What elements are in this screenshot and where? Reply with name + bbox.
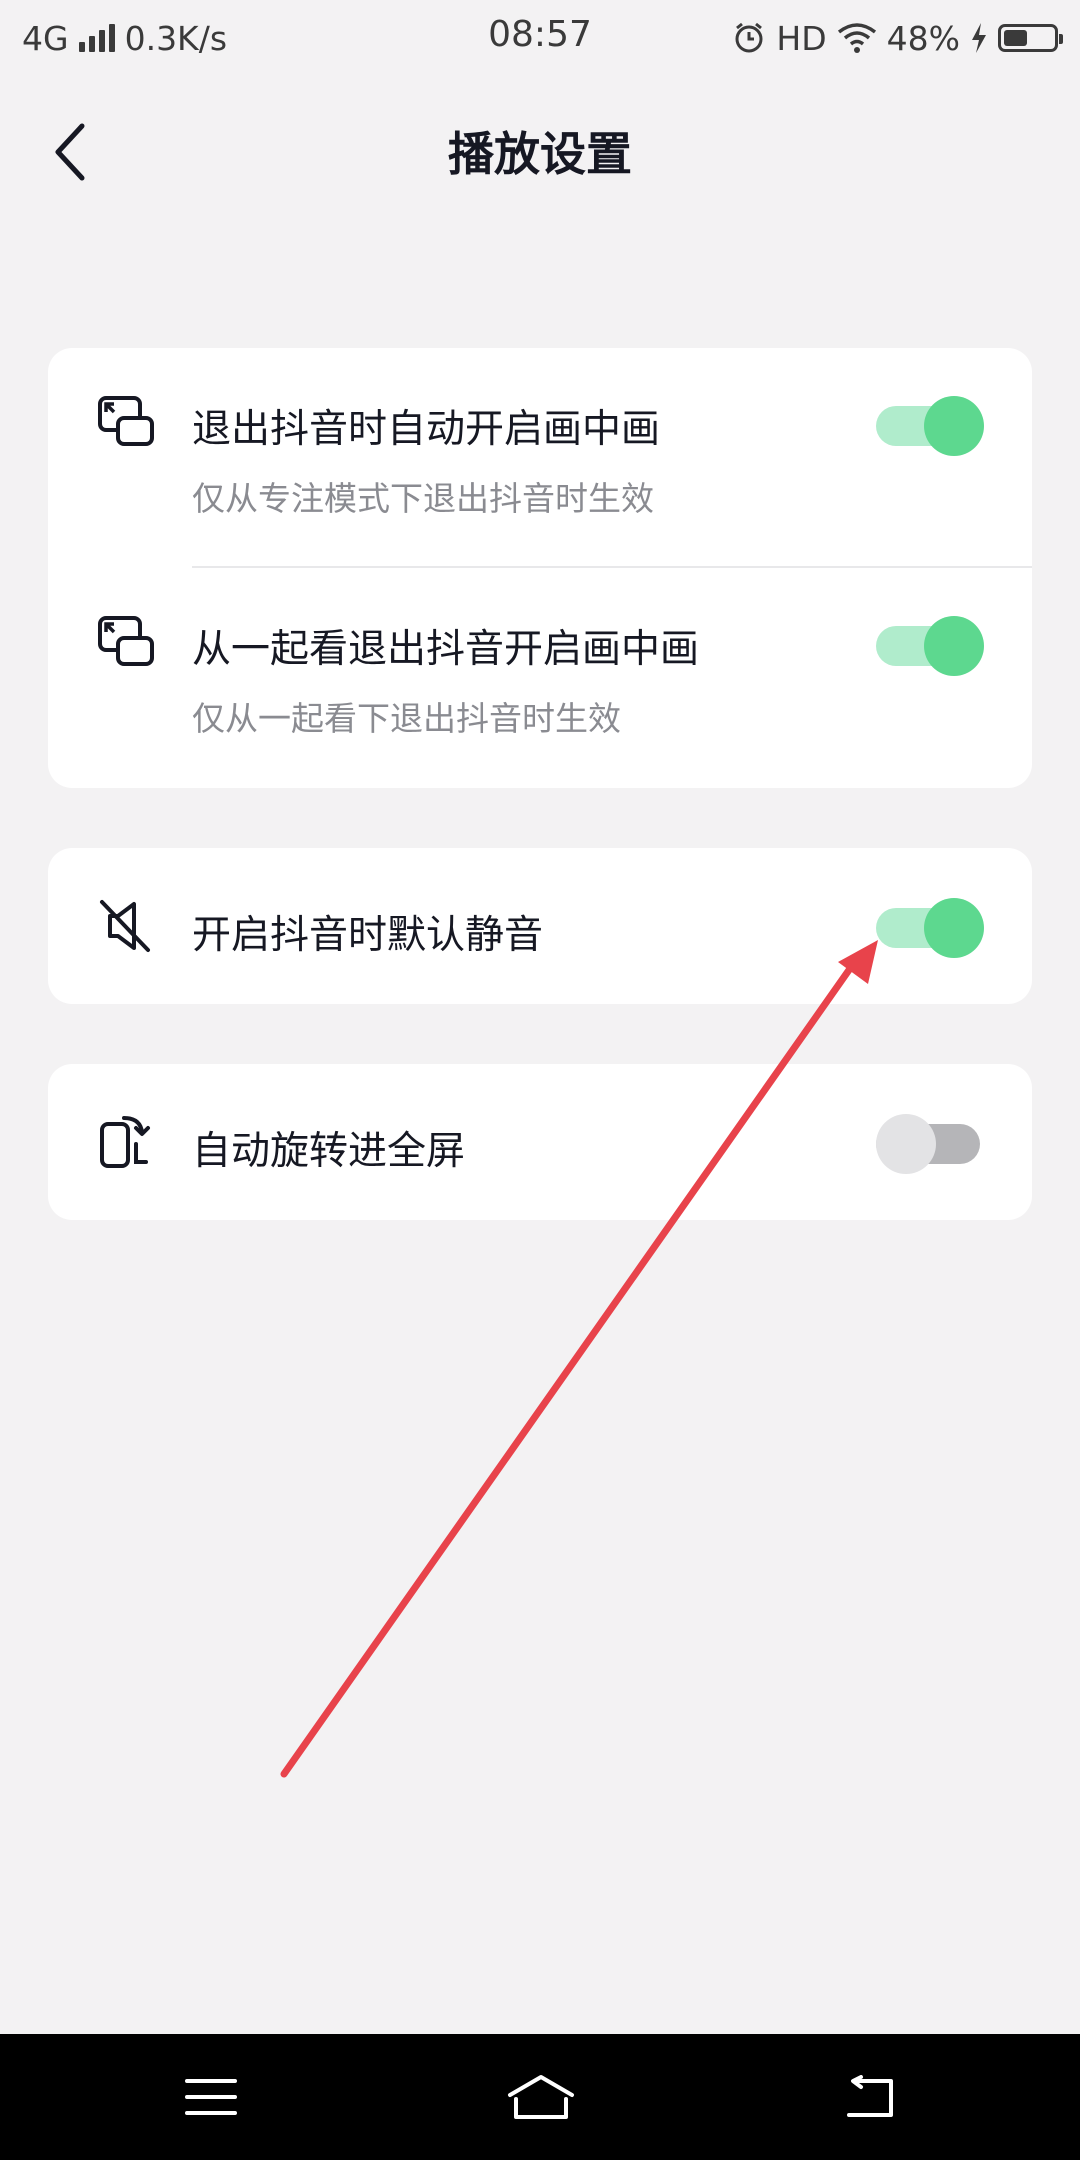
return-icon [847,2075,893,2117]
setting-title: 自动旋转进全屏 [192,1129,466,1174]
pip-watch-together-toggle[interactable] [876,612,984,676]
speaker-muted-icon [100,900,150,952]
mute-default-toggle[interactable] [876,894,984,958]
back-nav-button[interactable] [824,2062,914,2132]
home-icon [508,2075,574,2119]
home-button[interactable] [496,2062,586,2132]
wifi-icon [837,23,876,53]
setting-auto-rotate: 自动旋转进全屏 [48,1064,1032,1220]
pip-settings-card: 退出抖音时自动开启画中画 仅从专注模式下退出抖音时生效 从一起看退出抖音开启画中… [48,348,1032,788]
menu-icon [185,2079,237,2115]
pip-exit-toggle[interactable] [876,392,984,456]
picture-in-picture-icon [98,616,154,666]
hd-badge: HD [776,18,827,58]
rotate-settings-card: 自动旋转进全屏 [48,1064,1032,1220]
setting-pip-watch-together: 从一起看退出抖音开启画中画 仅从一起看下退出抖音时生效 [48,568,1032,788]
setting-subtitle: 仅从专注模式下退出抖音时生效 [192,479,654,518]
picture-in-picture-icon [98,396,154,446]
setting-mute-default: 开启抖音时默认静音 [48,848,1032,1004]
mute-settings-card: 开启抖音时默认静音 [48,848,1032,1004]
charging-icon [972,23,986,53]
page-title: 播放设置 [448,127,632,181]
status-right: HD 48% [732,14,1063,62]
toggle-knob [924,616,984,676]
rotate-screen-icon [100,1116,150,1168]
toggle-knob [876,1114,936,1174]
setting-title: 退出抖音时自动开启画中画 [192,407,661,452]
menu-button[interactable] [166,2062,256,2132]
status-bar: 4G 0.3K/s 08:57 HD 48% [0,0,1080,76]
toggle-knob [924,396,984,456]
system-nav-bar [0,2034,1080,2160]
setting-title: 开启抖音时默认静音 [192,913,544,958]
alarm-icon [735,22,763,53]
setting-subtitle: 仅从一起看下退出抖音时生效 [192,699,621,738]
toggle-knob [924,898,984,958]
battery-percent: 48% [886,18,960,58]
auto-rotate-toggle[interactable] [876,1110,984,1174]
setting-pip-exit: 退出抖音时自动开启画中画 仅从专注模式下退出抖音时生效 [48,348,1032,568]
setting-title: 从一起看退出抖音开启画中画 [192,627,700,672]
battery-icon [998,24,1063,52]
battery-fill [1004,30,1027,46]
